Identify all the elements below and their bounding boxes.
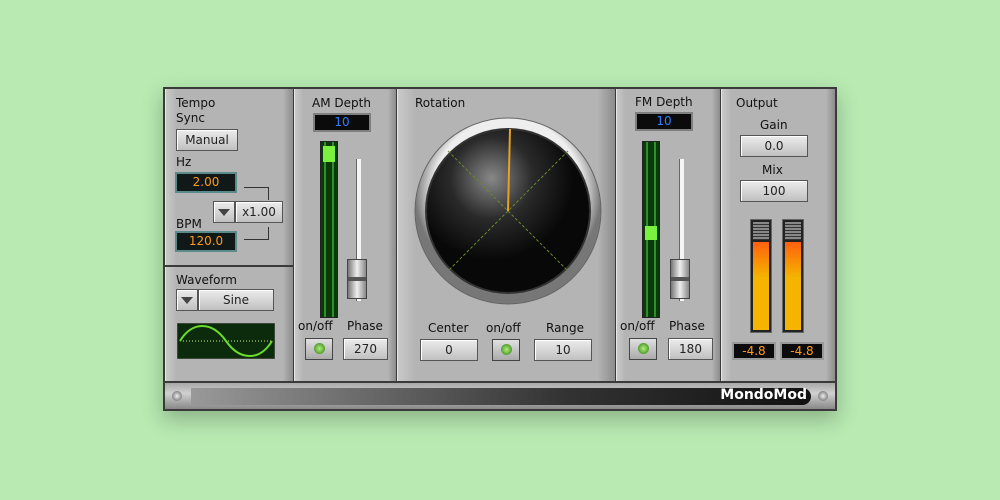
fm-slider-thumb[interactable] (670, 259, 690, 299)
gain-label: Gain (760, 118, 788, 132)
output-label: Output (736, 96, 778, 110)
left-output-meter (750, 219, 772, 333)
output-section: Output Gain 0.0 Mix 100 -4.8 -4.8 (721, 89, 835, 381)
mix-field[interactable]: 100 (740, 180, 808, 202)
right-output-meter (782, 219, 804, 333)
center-field[interactable]: 0 (420, 339, 478, 361)
led-icon (501, 344, 512, 355)
am-slider-thumb[interactable] (347, 259, 367, 299)
bpm-field[interactable]: 120.0 (175, 231, 237, 252)
waveform-display (177, 323, 275, 359)
am-onoff-toggle[interactable] (305, 338, 333, 360)
hz-field[interactable]: 2.00 (175, 172, 237, 193)
waveform-section: Waveform Sine (165, 267, 293, 381)
sync-mode-button[interactable]: Manual (176, 129, 238, 151)
screw-icon (172, 391, 182, 401)
rotation-sphere[interactable] (413, 116, 603, 306)
tempo-section: Tempo Sync Manual Hz 2.00 x1.00 BPM 120.… (165, 89, 293, 265)
mix-label: Mix (762, 163, 783, 177)
led-icon (314, 343, 325, 354)
am-phase-label: Phase (347, 319, 383, 333)
am-depth-section: AM Depth 10 on/off Phase 270 (294, 89, 396, 381)
am-phase-field[interactable]: 270 (343, 338, 388, 360)
rotation-onoff-toggle[interactable] (492, 339, 520, 361)
fm-onoff-label: on/off (620, 319, 655, 333)
rotation-label: Rotation (415, 96, 466, 110)
led-icon (638, 343, 649, 354)
fm-depth-value[interactable]: 10 (635, 112, 693, 131)
left-level-readout: -4.8 (732, 342, 776, 360)
multiplier-select[interactable]: x1.00 (235, 201, 283, 223)
gain-field[interactable]: 0.0 (740, 135, 808, 157)
fm-depth-meter (642, 141, 660, 318)
rotation-section: Rotation Center on/off Range 0 10 (397, 89, 615, 381)
fm-depth-section: FM Depth 10 on/off Phase 180 (616, 89, 720, 381)
sync-label: Sync (176, 111, 205, 125)
multiplier-dropdown-arrow[interactable] (213, 201, 235, 223)
screw-icon (818, 391, 828, 401)
am-depth-meter (320, 141, 338, 318)
tempo-label: Tempo (176, 96, 216, 110)
waveform-select[interactable]: Sine (198, 289, 274, 311)
triangle-down-icon (218, 209, 230, 216)
right-level-readout: -4.8 (780, 342, 824, 360)
fm-phase-label: Phase (669, 319, 705, 333)
fm-onoff-toggle[interactable] (629, 338, 657, 360)
plugin-panel: Tempo Sync Manual Hz 2.00 x1.00 BPM 120.… (163, 87, 837, 411)
hz-label: Hz (176, 155, 192, 169)
plugin-name: MondoMod (720, 387, 807, 403)
range-label: Range (546, 321, 585, 335)
triangle-down-icon (181, 297, 193, 304)
waveform-dropdown-arrow[interactable] (176, 289, 198, 311)
am-depth-value[interactable]: 10 (313, 113, 371, 132)
bpm-label: BPM (176, 217, 202, 231)
fm-phase-field[interactable]: 180 (668, 338, 713, 360)
rotation-onoff-label: on/off (486, 321, 521, 335)
range-field[interactable]: 10 (534, 339, 592, 361)
waveform-label: Waveform (176, 273, 237, 287)
center-label: Center (428, 321, 469, 335)
brand-bar: MondoMod (165, 383, 835, 409)
am-depth-label: AM Depth (312, 96, 371, 110)
fm-depth-label: FM Depth (635, 95, 693, 109)
am-onoff-label: on/off (298, 319, 333, 333)
